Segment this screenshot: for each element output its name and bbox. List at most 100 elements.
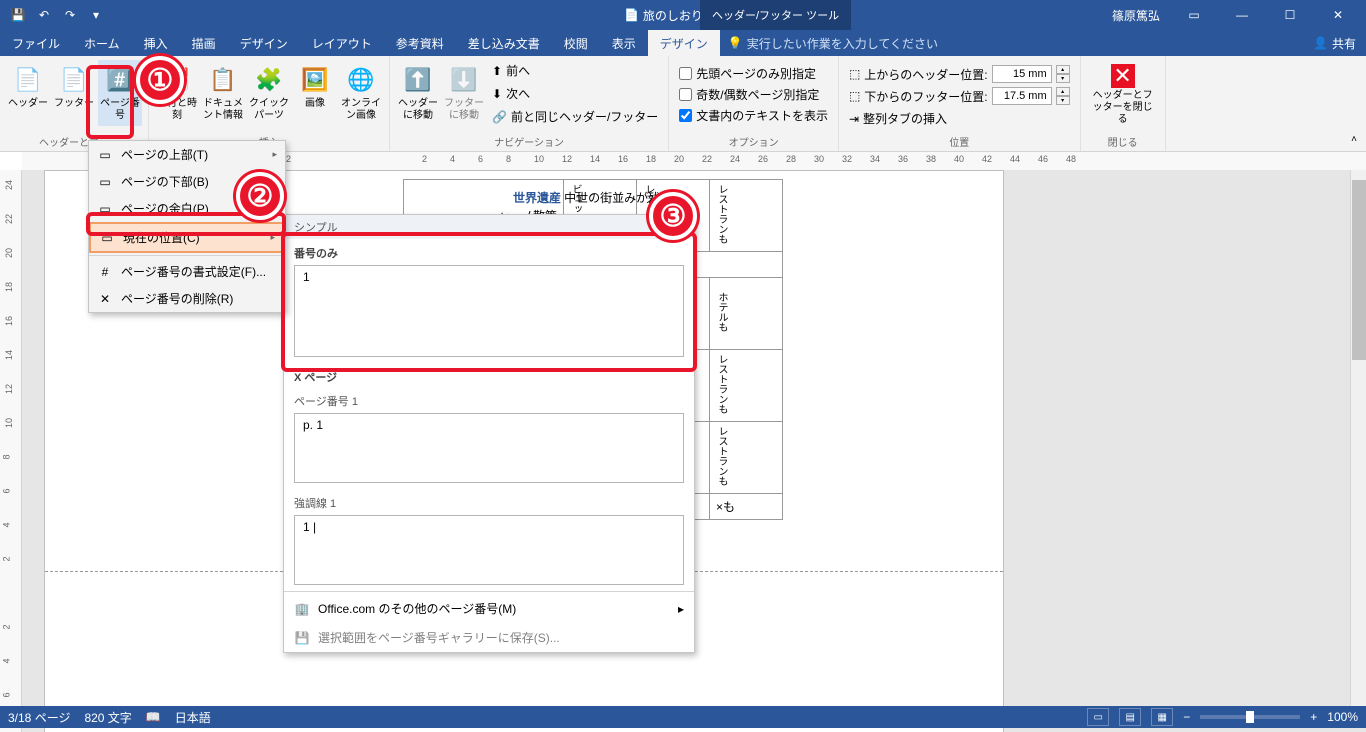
tab-review[interactable]: 校閲 (552, 30, 600, 56)
user-name[interactable]: 篠原篤弘 (1104, 7, 1168, 24)
menu-current-position[interactable]: ▭現在の位置(C)▸ (89, 222, 285, 253)
annotation-2: ② (236, 172, 284, 220)
tab-file[interactable]: ファイル (0, 30, 72, 56)
ribbon: 📄ヘッダー 📄フッター #️⃣ページ番号 ヘッダーとフッ 📅日付と時刻 📋ドキュ… (0, 56, 1366, 152)
quick-parts-button[interactable]: 🧩クイック パーツ (247, 60, 291, 126)
gallery-item-page-number-1[interactable]: p. 1 (294, 413, 684, 483)
header-button[interactable]: 📄ヘッダー (6, 60, 50, 126)
page-number-button[interactable]: #️⃣ページ番号 (98, 60, 142, 126)
tab-design[interactable]: デザイン (228, 30, 300, 56)
ribbon-group-close: ✕ヘッダーとフッターを閉じる 閉じる (1081, 56, 1166, 151)
close-icon[interactable]: ✕ (1316, 0, 1360, 30)
gallery-category-plain: 番号のみ (284, 239, 694, 263)
prev-section-button[interactable]: ⬆前へ (488, 60, 662, 81)
zoom-out-button[interactable]: − (1183, 710, 1190, 724)
tell-me-text: 実行したい作業を入力してください (747, 35, 938, 52)
maximize-icon[interactable]: ☐ (1268, 0, 1312, 30)
show-doc-text-checkbox[interactable]: 文書内のテキストを表示 (675, 106, 832, 125)
gallery-item-label-accent1: 強調線 1 (284, 489, 694, 513)
proofing-icon[interactable]: 📖 (146, 710, 161, 724)
tell-me-search[interactable]: 💡 実行したい作業を入力してください (728, 35, 938, 52)
tab-home[interactable]: ホーム (72, 30, 132, 56)
tab-hf-design[interactable]: デザイン (648, 30, 720, 56)
footer-spinner[interactable]: ▴▾ (1056, 87, 1070, 105)
footer-icon: 📄 (58, 64, 90, 96)
align-tab-button[interactable]: ⇥整列タブの挿入 (845, 108, 1074, 129)
remove-icon: ✕ (97, 291, 113, 307)
zoom-handle[interactable] (1246, 711, 1254, 723)
save-selection-to-gallery[interactable]: 💾選択範囲をページ番号ギャラリーに保存(S)... (284, 623, 694, 652)
image-button[interactable]: 🖼️画像 (293, 60, 337, 126)
group-label-nav: ナビゲーション (396, 134, 662, 151)
menu-remove-page-numbers[interactable]: ✕ページ番号の削除(R) (89, 285, 285, 312)
goto-footer-button[interactable]: ⬇️フッターに移動 (442, 60, 486, 127)
zoom-in-button[interactable]: + (1310, 710, 1317, 724)
footer-pos-icon: ⬚ (849, 89, 860, 103)
zoom-slider[interactable] (1200, 715, 1300, 719)
tab-mailings[interactable]: 差し込み文書 (456, 30, 552, 56)
vertical-scrollbar[interactable] (1350, 170, 1366, 706)
tab-insert[interactable]: 挿入 (132, 30, 180, 56)
footer-button[interactable]: 📄フッター (52, 60, 96, 126)
menu-format-page-numbers[interactable]: #ページ番号の書式設定(F)... (89, 258, 285, 285)
header-from-top-row: ⬚ 上からのヘッダー位置: ▴▾ (845, 64, 1074, 84)
more-from-office-com[interactable]: 🏢Office.com のその他のページ番号(M)▸ (284, 594, 694, 623)
online-image-button[interactable]: 🌐オンライン画像 (339, 60, 383, 126)
quick-parts-icon: 🧩 (253, 64, 285, 96)
gallery-heading-simple: シンプル (284, 215, 694, 239)
save-gallery-icon: 💾 (294, 630, 310, 646)
next-section-button[interactable]: ⬇次へ (488, 83, 662, 104)
link-icon: 🔗 (492, 110, 507, 124)
office-icon: 🏢 (294, 601, 310, 617)
contextual-tab-title: ヘッダー/フッター ツール (700, 0, 851, 30)
header-spinner[interactable]: ▴▾ (1056, 65, 1070, 83)
vertical-ruler[interactable]: 24222018161412108642246 (0, 170, 22, 732)
ribbon-display-icon[interactable]: ▭ (1172, 0, 1216, 30)
close-hf-icon: ✕ (1111, 64, 1135, 88)
goto-footer-icon: ⬇️ (448, 64, 480, 96)
save-icon[interactable]: 💾 (6, 3, 30, 27)
chevron-right-icon: ▸ (678, 602, 684, 616)
footer-position-input[interactable] (992, 87, 1052, 105)
header-position-input[interactable] (992, 65, 1052, 83)
page-indicator[interactable]: 3/18 ページ (8, 709, 70, 726)
collapse-ribbon-icon[interactable]: ˄ (1346, 131, 1362, 147)
globe-icon: 🌐 (345, 64, 377, 96)
menu-top-of-page[interactable]: ▭ページの上部(T)▸ (89, 141, 285, 168)
align-tab-icon: ⇥ (849, 112, 859, 126)
print-layout-icon[interactable]: ▤ (1119, 708, 1141, 726)
tab-layout[interactable]: レイアウト (300, 30, 384, 56)
odd-even-different-checkbox[interactable]: 奇数/偶数ページ別指定 (675, 85, 832, 104)
tab-draw[interactable]: 描画 (180, 30, 228, 56)
web-layout-icon[interactable]: ▦ (1151, 708, 1173, 726)
doc-info-button[interactable]: 📋ドキュメント情報 (201, 60, 245, 126)
goto-header-button[interactable]: ⬆️ヘッダーに移動 (396, 60, 440, 127)
minimize-icon[interactable]: ― (1220, 0, 1264, 30)
scroll-thumb[interactable] (1352, 180, 1366, 360)
ribbon-group-header-footer: 📄ヘッダー 📄フッター #️⃣ページ番号 ヘッダーとフッ (0, 56, 149, 151)
language-indicator[interactable]: 日本語 (175, 709, 211, 726)
close-hf-button[interactable]: ✕ヘッダーとフッターを閉じる (1087, 60, 1159, 130)
image-icon: 🖼️ (299, 64, 331, 96)
quick-access-toolbar: 💾 ↶ ↷ ▾ (0, 3, 114, 27)
status-bar: 3/18 ページ 820 文字 📖 日本語 ▭ ▤ ▦ − + 100% (0, 706, 1366, 728)
group-label-pos: 位置 (845, 134, 1074, 151)
tab-references[interactable]: 参考資料 (384, 30, 456, 56)
share-button[interactable]: 👤 共有 (1303, 35, 1366, 52)
share-icon: 👤 (1313, 36, 1328, 50)
word-count[interactable]: 820 文字 (84, 709, 131, 726)
gallery-item-plain-number[interactable]: 1 (294, 265, 684, 357)
first-page-different-checkbox[interactable]: 先頭ページのみ別指定 (675, 64, 832, 83)
qat-more-icon[interactable]: ▾ (84, 3, 108, 27)
undo-icon[interactable]: ↶ (32, 3, 56, 27)
header-pos-icon: ⬚ (849, 67, 860, 81)
tab-view[interactable]: 表示 (600, 30, 648, 56)
zoom-level[interactable]: 100% (1327, 710, 1358, 724)
link-previous-button[interactable]: 🔗前と同じヘッダー/フッター (488, 106, 662, 127)
gallery-item-accent-1[interactable]: 1 | (294, 515, 684, 585)
page-number-icon: #️⃣ (104, 64, 136, 96)
word-logo-icon: 📄 (624, 8, 639, 22)
next-icon: ⬇ (492, 87, 502, 101)
redo-icon[interactable]: ↷ (58, 3, 82, 27)
read-mode-icon[interactable]: ▭ (1087, 708, 1109, 726)
